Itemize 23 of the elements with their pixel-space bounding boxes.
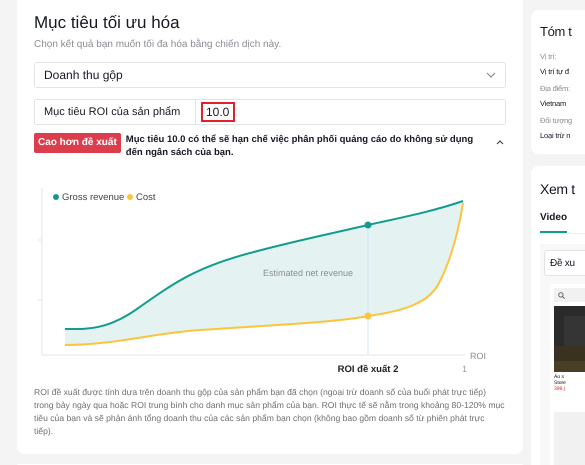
axis-end-label: 1 (462, 364, 468, 374)
revenue-point (364, 222, 372, 228)
roi-label: Mục tiêu ROI của sản phẩm (44, 104, 180, 120)
warning-message: Mục tiêu 10.0 có thể sẽ hạn chế việc phân phối quảng cáo do không sử dụng đến ngân sách của bạn. (126, 133, 474, 159)
preview-tab[interactable]: Video (540, 210, 568, 233)
preview-title: Xem t (540, 180, 576, 199)
summary-title: Tóm t (540, 23, 573, 41)
cost-point (364, 312, 372, 320)
goal-dropdown[interactable]: Doanh thu gộp (34, 62, 506, 88)
roi-input[interactable]: 10.0 (201, 102, 235, 122)
axis-label: ROI (470, 351, 486, 361)
legend-label: Gross revenue (62, 192, 124, 203)
search-icon (558, 292, 565, 298)
chevron-up-icon[interactable] (496, 140, 504, 145)
legend-label: Cost (136, 192, 156, 203)
placement-dropdown[interactable]: Đề xu (544, 250, 585, 276)
marker-label: ROI đề xuất 2 (338, 364, 398, 375)
chevron-down-icon (486, 72, 496, 78)
section-title: Mục tiêu tối ưu hóa (34, 12, 181, 34)
roi-note: ROI đề xuất được tính dựa trên doanh thu gộp của sản phẩm bạn đã chọn (ngoại trừ doanh số của buổi phát trực tiếp) trong bảy ngày qua hoặc ROI trung bình cho danh mục sản phẩm của bạn. ROI thực tế sẽ nằm trong khoảng 80-120% mục tiêu của bạn và sẽ phản ánh tổng doanh thu của các sản phẩm bạn chọn (không bao gồm doanh số từ phiên phát trực tiếp). (34, 386, 506, 438)
area-label: Estimated net revenue (263, 268, 354, 278)
warning-badge: Cao hơn đề xuất (34, 133, 121, 153)
section-subtitle: Chọn kết quả bạn muốn tối đa hóa bằng chiến dịch này. (34, 37, 282, 52)
